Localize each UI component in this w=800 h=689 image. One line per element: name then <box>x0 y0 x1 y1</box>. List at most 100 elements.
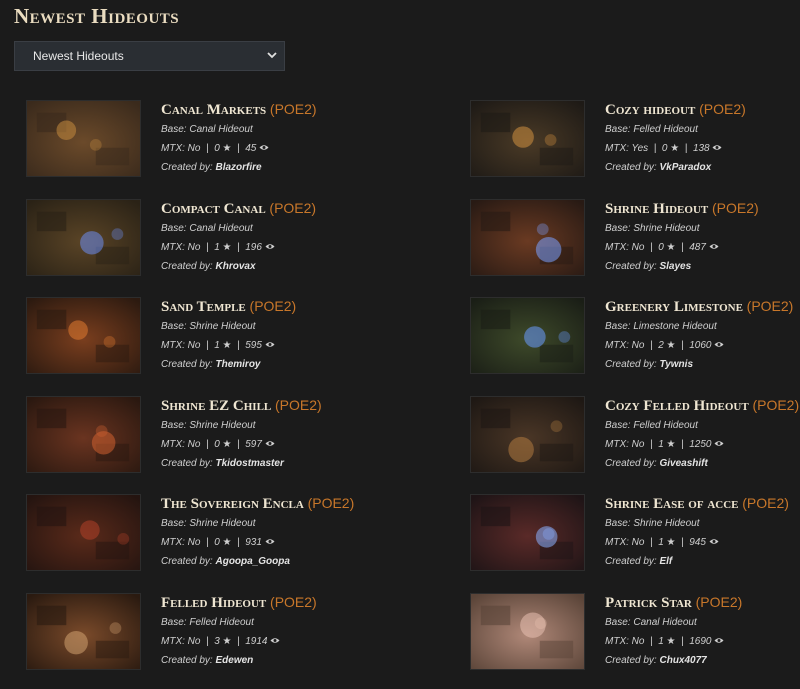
eye-icon <box>714 632 724 643</box>
hideout-name-link[interactable]: Shrine EZ Chill (POE2) <box>161 396 361 416</box>
hideout-name[interactable]: Sand Temple <box>161 299 246 315</box>
mtx-value: No <box>631 636 645 647</box>
star-icon: ★ <box>222 636 232 647</box>
hideout-name-link[interactable]: Canal Markets (POE2) <box>161 100 361 120</box>
hideout-creator: Created by: Chux4077 <box>605 651 800 670</box>
hideout-base: Base: Limestone Hideout <box>605 317 800 336</box>
hideout-card[interactable]: Shrine Hideout (POE2) Base: Shrine Hideo… <box>470 199 800 279</box>
creator-link[interactable]: Slayes <box>659 261 691 272</box>
sort-select-value: Newest Hideouts <box>33 49 124 63</box>
hideout-card[interactable]: Canal Markets (POE2) Base: Canal Hideout… <box>26 100 356 180</box>
mtx-value: No <box>631 242 645 253</box>
hideout-name-link[interactable]: Shrine Ease of acce (POE2) <box>605 494 800 514</box>
hideout-name[interactable]: Shrine Hideout <box>605 201 708 217</box>
star-icon: ★ <box>222 537 232 548</box>
mtx-label: MTX: <box>161 439 185 450</box>
hideout-creator: Created by: Themiroy <box>161 355 361 374</box>
hideout-name-link[interactable]: Compact Canal (POE2) <box>161 199 361 219</box>
hideout-name[interactable]: The Sovereign Encla <box>161 496 304 512</box>
hideout-name-link[interactable]: Sand Temple (POE2) <box>161 297 361 317</box>
base-label: Base: <box>161 124 187 135</box>
hideout-name[interactable]: Canal Markets <box>161 102 266 118</box>
hideout-thumbnail[interactable] <box>470 297 585 374</box>
hideout-card[interactable]: Compact Canal (POE2) Base: Canal Hideout… <box>26 199 356 279</box>
hideout-card[interactable]: The Sovereign Encla (POE2) Base: Shrine … <box>26 494 356 574</box>
creator-label: Created by: <box>161 458 213 469</box>
hideout-stats: MTX: Yes | 0 ★ | 138 <box>605 139 800 158</box>
hideout-card[interactable]: Patrick Star (POE2) Base: Canal Hideout … <box>470 593 800 673</box>
creator-label: Created by: <box>605 556 657 567</box>
base-label: Base: <box>605 223 631 234</box>
game-tag: (POE2) <box>746 298 794 314</box>
hideout-name[interactable]: Compact Canal <box>161 201 266 217</box>
mtx-label: MTX: <box>605 242 629 253</box>
base-label: Base: <box>161 321 187 332</box>
mtx-label: MTX: <box>605 537 629 548</box>
sort-select[interactable]: Newest Hideouts <box>14 41 285 71</box>
creator-link[interactable]: Chux4077 <box>659 655 706 666</box>
hideout-name[interactable]: Shrine EZ Chill <box>161 398 271 414</box>
mtx-value: No <box>631 340 645 351</box>
hideout-card[interactable]: Cozy Felled Hideout (POE2) Base: Felled … <box>470 396 800 476</box>
hideout-name-link[interactable]: Cozy Felled Hideout (POE2) <box>605 396 800 416</box>
star-count: 0 <box>214 143 220 154</box>
hideout-thumbnail[interactable] <box>26 100 141 177</box>
hideout-thumbnail[interactable] <box>26 494 141 571</box>
hideout-name[interactable]: Felled Hideout <box>161 595 266 611</box>
hideout-thumbnail[interactable] <box>26 297 141 374</box>
hideout-name-link[interactable]: Felled Hideout (POE2) <box>161 593 361 613</box>
mtx-label: MTX: <box>605 340 629 351</box>
creator-link[interactable]: Agoopa_Goopa <box>215 556 289 567</box>
view-count: 45 <box>245 143 257 154</box>
hideout-thumbnail[interactable] <box>470 494 585 571</box>
hideout-thumbnail[interactable] <box>470 199 585 276</box>
hideout-thumbnail[interactable] <box>470 100 585 177</box>
hideout-name-link[interactable]: Cozy hideout (POE2) <box>605 100 800 120</box>
hideout-thumbnail[interactable] <box>470 396 585 473</box>
creator-link[interactable]: Themiroy <box>215 359 260 370</box>
hideout-name[interactable]: Cozy Felled Hideout <box>605 398 749 414</box>
hideout-name[interactable]: Shrine Ease of acce <box>605 496 739 512</box>
hideout-base: Base: Canal Hideout <box>161 120 361 139</box>
hideout-thumbnail[interactable] <box>470 593 585 670</box>
hideout-name[interactable]: Cozy hideout <box>605 102 695 118</box>
hideout-card[interactable]: Shrine EZ Chill (POE2) Base: Shrine Hide… <box>26 396 356 476</box>
hideout-thumbnail[interactable] <box>26 396 141 473</box>
chevron-down-icon <box>266 49 278 61</box>
creator-link[interactable]: Edewen <box>215 655 253 666</box>
star-icon: ★ <box>222 340 232 351</box>
hideout-card[interactable]: Greenery Limestone (POE2) Base: Limeston… <box>470 297 800 377</box>
base-label: Base: <box>605 420 631 431</box>
creator-link[interactable]: VkParadox <box>659 162 711 173</box>
creator-link[interactable]: Elf <box>659 556 672 567</box>
creator-link[interactable]: Tkidostmaster <box>215 458 283 469</box>
creator-label: Created by: <box>605 261 657 272</box>
game-tag: (POE2) <box>269 200 317 216</box>
hideout-thumbnail[interactable] <box>26 199 141 276</box>
hideout-name[interactable]: Patrick Star <box>605 595 692 611</box>
base-label: Base: <box>605 321 631 332</box>
hideout-thumbnail[interactable] <box>26 593 141 670</box>
view-count: 945 <box>689 537 706 548</box>
hideout-name-link[interactable]: Shrine Hideout (POE2) <box>605 199 800 219</box>
mtx-value: Yes <box>631 143 649 154</box>
hideout-name-link[interactable]: Patrick Star (POE2) <box>605 593 800 613</box>
base-label: Base: <box>605 518 631 529</box>
creator-link[interactable]: Tywnis <box>659 359 693 370</box>
hideout-card[interactable]: Felled Hideout (POE2) Base: Felled Hideo… <box>26 593 356 673</box>
game-tag: (POE2) <box>695 594 743 610</box>
creator-link[interactable]: Khrovax <box>215 261 255 272</box>
hideout-card[interactable]: Sand Temple (POE2) Base: Shrine Hideout … <box>26 297 356 377</box>
hideout-name-link[interactable]: The Sovereign Encla (POE2) <box>161 494 361 514</box>
eye-icon <box>265 533 275 544</box>
hideout-base: Base: Canal Hideout <box>161 219 361 238</box>
base-label: Base: <box>161 617 187 628</box>
hideout-card[interactable]: Shrine Ease of acce (POE2) Base: Shrine … <box>470 494 800 574</box>
creator-link[interactable]: Blazorfire <box>215 162 261 173</box>
creator-link[interactable]: Giveashift <box>659 458 707 469</box>
hideout-name-link[interactable]: Greenery Limestone (POE2) <box>605 297 800 317</box>
hideout-name[interactable]: Greenery Limestone <box>605 299 743 315</box>
hideout-card[interactable]: Cozy hideout (POE2) Base: Felled Hideout… <box>470 100 800 180</box>
creator-label: Created by: <box>605 162 657 173</box>
hideout-creator: Created by: Agoopa_Goopa <box>161 552 361 571</box>
